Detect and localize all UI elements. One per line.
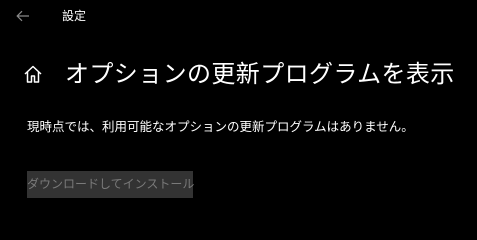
download-and-install-button[interactable]: ダウンロードしてインストール (27, 171, 194, 198)
page-title: オプションの更新プログラムを表示 (65, 60, 455, 88)
home-icon[interactable] (22, 63, 44, 85)
no-updates-message: 現時点では、利用可能なオプションの更新プログラムはありません。 (27, 119, 414, 134)
back-button[interactable] (8, 4, 38, 28)
page-header: オプションの更新プログラムを表示 (22, 56, 455, 92)
arrow-left-icon (16, 7, 30, 26)
title-bar: 設定 (0, 0, 477, 32)
app-title: 設定 (62, 9, 87, 23)
